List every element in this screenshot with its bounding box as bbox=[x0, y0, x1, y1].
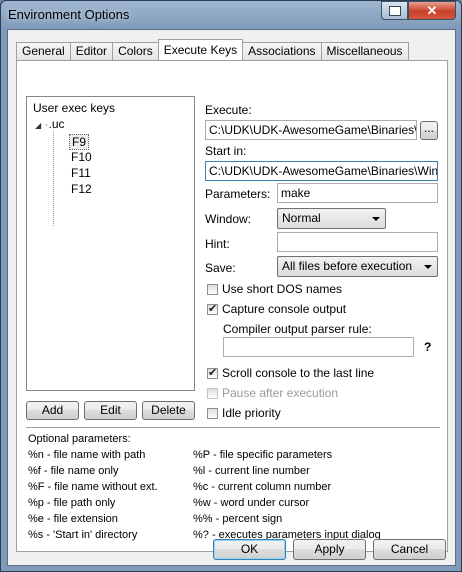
execute-input[interactable]: C:\UDK\UDK-AwesomeGame\Binaries\Wi bbox=[205, 120, 417, 140]
tree-item-f9[interactable]: F9 bbox=[69, 134, 90, 150]
parameters-input[interactable]: make bbox=[277, 183, 438, 203]
execute-label: Execute: bbox=[205, 103, 252, 117]
param-left-1: %n - file name with path bbox=[28, 449, 146, 461]
tree-header: User exec keys bbox=[33, 101, 116, 115]
checkbox-box bbox=[207, 366, 218, 379]
parser-rule-input[interactable] bbox=[223, 337, 414, 357]
parameters-label: Parameters: bbox=[205, 187, 271, 201]
ok-button[interactable]: OK bbox=[213, 539, 286, 560]
save-select-value: All files before execution bbox=[282, 259, 413, 273]
tab-miscellaneous[interactable]: Miscellaneous bbox=[320, 42, 409, 60]
chevron-down-icon bbox=[372, 217, 380, 221]
param-right-2: %l - current line number bbox=[193, 465, 310, 477]
start-in-input[interactable]: C:\UDK\UDK-AwesomeGame\Binaries\Win64\ bbox=[205, 161, 438, 181]
param-right-3: %c - current column number bbox=[193, 481, 332, 493]
param-right-1: %P - file specific parameters bbox=[193, 449, 333, 461]
scroll-console-label: Scroll console to the last line bbox=[222, 366, 375, 380]
hint-input[interactable] bbox=[277, 232, 438, 252]
tab-colors[interactable]: Colors bbox=[112, 42, 159, 60]
tab-execute-keys[interactable]: Execute Keys bbox=[157, 39, 244, 60]
checkbox-box bbox=[207, 283, 218, 295]
tab-editor[interactable]: Editor bbox=[69, 42, 114, 60]
separator bbox=[26, 427, 440, 429]
param-left-2: %f - file name only bbox=[28, 465, 119, 477]
window-select-value: Normal bbox=[282, 211, 321, 225]
tree-item-f10[interactable]: F10 bbox=[71, 150, 92, 164]
tab-strip: General Editor Colors Execute Keys Assoc… bbox=[16, 39, 409, 60]
use-short-dos-checkbox[interactable]: Use short DOS names bbox=[207, 282, 342, 296]
hint-label: Hint: bbox=[205, 237, 230, 251]
scroll-console-checkbox[interactable]: Scroll console to the last line bbox=[207, 366, 374, 380]
parser-rule-label: Compiler output parser rule: bbox=[223, 322, 372, 336]
close-button[interactable]: ✕ bbox=[408, 1, 456, 20]
window-select[interactable]: Normal bbox=[277, 208, 386, 229]
checkbox-box bbox=[207, 302, 218, 315]
save-select[interactable]: All files before execution bbox=[277, 256, 438, 277]
tree-line bbox=[53, 131, 55, 226]
edit-button[interactable]: Edit bbox=[84, 401, 137, 420]
collapse-icon[interactable]: ◢ bbox=[35, 121, 41, 130]
chevron-down-icon bbox=[424, 265, 432, 269]
pause-after-checkbox: Pause after execution bbox=[207, 386, 338, 400]
param-left-3: %F - file name without ext. bbox=[28, 481, 158, 493]
browse-button[interactable]: ... bbox=[420, 121, 438, 140]
capture-console-checkbox[interactable]: Capture console output bbox=[207, 302, 346, 316]
checkbox-box bbox=[207, 387, 218, 399]
delete-button[interactable]: Delete bbox=[142, 401, 195, 420]
apply-button[interactable]: Apply bbox=[293, 539, 366, 560]
param-right-5: %% - percent sign bbox=[193, 513, 283, 525]
close-icon: ✕ bbox=[426, 2, 438, 18]
tree-root[interactable]: ◢ ·.uc bbox=[35, 117, 65, 131]
add-button[interactable]: Add bbox=[26, 401, 79, 420]
save-label: Save: bbox=[205, 261, 236, 275]
window-title: Environment Options bbox=[8, 7, 130, 22]
optional-params-title: Optional parameters: bbox=[28, 433, 131, 445]
tab-associations[interactable]: Associations bbox=[242, 42, 322, 60]
idle-priority-label: Idle priority bbox=[222, 406, 281, 420]
tree-item-f11[interactable]: F11 bbox=[71, 166, 91, 180]
pause-after-label: Pause after execution bbox=[222, 386, 339, 400]
param-left-5: %e - file extension bbox=[28, 513, 118, 525]
use-short-dos-label: Use short DOS names bbox=[222, 282, 343, 296]
parser-rule-help[interactable]: ? bbox=[424, 340, 431, 354]
checkbox-box bbox=[207, 407, 218, 419]
tree-item-f12[interactable]: F12 bbox=[71, 182, 92, 196]
tree-root-label: .uc bbox=[48, 117, 65, 131]
idle-priority-checkbox[interactable]: Idle priority bbox=[207, 406, 281, 420]
param-right-4: %w - word under cursor bbox=[193, 497, 310, 509]
help-icon bbox=[388, 5, 401, 16]
param-left-4: %p - file path only bbox=[28, 497, 116, 509]
dialog-client: General Editor Colors Execute Keys Assoc… bbox=[7, 29, 456, 566]
cancel-button[interactable]: Cancel bbox=[373, 539, 446, 560]
tab-general[interactable]: General bbox=[16, 42, 71, 60]
exec-keys-tree[interactable]: User exec keys ◢ ·.uc F9 F10 F11 F12 bbox=[26, 96, 195, 391]
start-in-label: Start in: bbox=[205, 144, 247, 158]
capture-console-label: Capture console output bbox=[222, 302, 347, 316]
param-left-6: %s - 'Start in' directory bbox=[28, 529, 138, 541]
execute-keys-panel: User exec keys ◢ ·.uc F9 F10 F11 F12 Add… bbox=[16, 60, 448, 552]
help-button[interactable] bbox=[381, 1, 408, 20]
window-label: Window: bbox=[205, 212, 252, 226]
environment-options-window: Environment Options ✕ General Editor Col… bbox=[0, 0, 462, 572]
